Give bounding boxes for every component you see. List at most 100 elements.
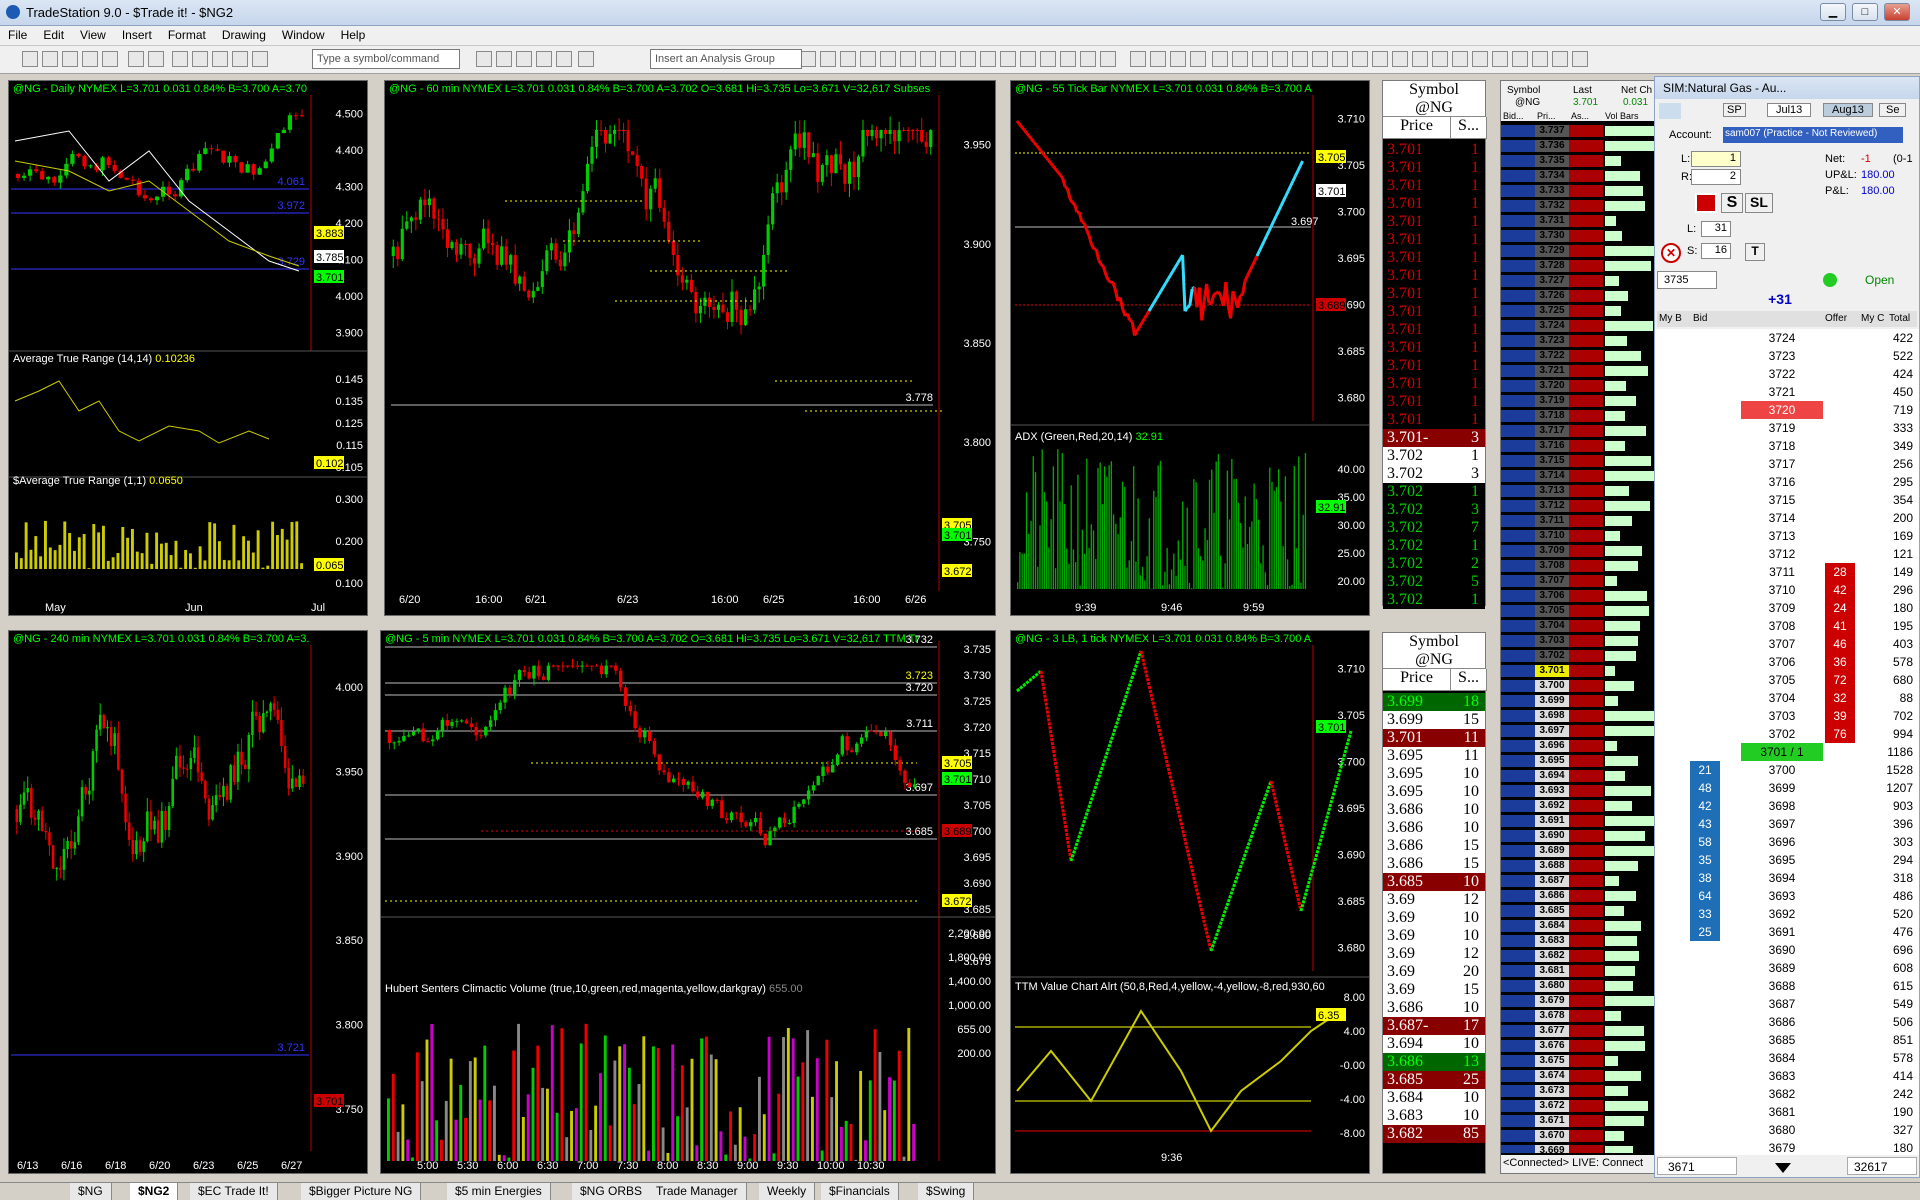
- sim-ladder-row[interactable]: 3724 422: [1657, 329, 1917, 347]
- depth-row[interactable]: 3.701 1: [1383, 303, 1485, 321]
- depth-row[interactable]: 3.701 1: [1383, 285, 1485, 303]
- tick-chart-pane[interactable]: @NG - 55 Tick Bar NYMEX L=3.701 0.031 0.…: [1010, 80, 1370, 616]
- ladder-row[interactable]: 3.736: [1501, 140, 1659, 152]
- stop-s-button[interactable]: S: [1721, 193, 1743, 213]
- menu-view[interactable]: View: [72, 26, 114, 44]
- ladder-row[interactable]: 3.722: [1501, 350, 1659, 362]
- depth-row[interactable]: 3.701 1: [1383, 357, 1485, 375]
- toolbar-tool-icon[interactable]: [980, 51, 996, 67]
- sim-ladder-row[interactable]: 3679 180: [1657, 1139, 1917, 1155]
- ladder-row[interactable]: 3.679: [1501, 995, 1659, 1007]
- ladder-row[interactable]: 3.723: [1501, 335, 1659, 347]
- toolbar-tool-icon[interactable]: [840, 51, 856, 67]
- sim-ladder-row[interactable]: 3717 256: [1657, 455, 1917, 473]
- toolbar-tool-icon[interactable]: [42, 51, 58, 67]
- toolbar-tool-icon[interactable]: [536, 51, 552, 67]
- depth-row[interactable]: 3.686 10: [1383, 801, 1485, 819]
- depth-price-header[interactable]: Price: [1383, 669, 1451, 691]
- toolbar-tool-icon[interactable]: [22, 51, 38, 67]
- toolbar-tool-icon[interactable]: [192, 51, 208, 67]
- toolbar-tool-icon[interactable]: [1060, 51, 1076, 67]
- depth-row[interactable]: 3.701 1: [1383, 213, 1485, 231]
- ladder-row[interactable]: 3.726: [1501, 290, 1659, 302]
- depth-table-top[interactable]: Symbol @NG Price S... 3.701 1 3.701 1 3.701 1 3…: [1382, 80, 1487, 609]
- l-qty-input[interactable]: 1: [1691, 151, 1741, 167]
- toolbar-tool-icon[interactable]: [800, 51, 816, 67]
- workspace-tab[interactable]: $NG2: [130, 1183, 179, 1200]
- sim-ladder-row[interactable]: 3697 43 396: [1657, 815, 1917, 833]
- depth-row[interactable]: 3.702 1: [1383, 537, 1485, 555]
- sim-ladder-row[interactable]: 3702 76 994: [1657, 725, 1917, 743]
- menu-format[interactable]: Format: [160, 26, 214, 44]
- l2-input[interactable]: 31: [1701, 221, 1731, 237]
- account-select[interactable]: sam007 (Practice - Not Reviewed): [1723, 127, 1903, 143]
- depth-row[interactable]: 3.702 3: [1383, 465, 1485, 483]
- sim-ladder-row[interactable]: 3714 200: [1657, 509, 1917, 527]
- price-ladder[interactable]: Symbol Last Net Ch @NG 3.701 0.031 Bid..…: [1500, 80, 1660, 1174]
- ladder-row[interactable]: 3.691: [1501, 815, 1659, 827]
- depth-row[interactable]: 3.69 12: [1383, 945, 1485, 963]
- depth-row[interactable]: 3.701- 3: [1383, 429, 1485, 447]
- ladder-row[interactable]: 3.704: [1501, 620, 1659, 632]
- ladder-row[interactable]: 3.729: [1501, 245, 1659, 257]
- sim-bid[interactable]: 58: [1690, 833, 1720, 851]
- ladder-row[interactable]: 3.709: [1501, 545, 1659, 557]
- toolbar-tool-icon[interactable]: [1452, 51, 1468, 67]
- ladder-row[interactable]: 3.690: [1501, 830, 1659, 842]
- toolbar-tool-icon[interactable]: [880, 51, 896, 67]
- toolbar-tool-icon[interactable]: [1170, 51, 1186, 67]
- toolbar-tool-icon[interactable]: [1150, 51, 1166, 67]
- sim-ladder-row[interactable]: 3696 58 303: [1657, 833, 1917, 851]
- depth-row[interactable]: 3.701 1: [1383, 195, 1485, 213]
- depth-row[interactable]: 3.701 1: [1383, 321, 1485, 339]
- toolbar-tool-icon[interactable]: [148, 51, 164, 67]
- sim-ladder-row[interactable]: 3700 21 1528: [1657, 761, 1917, 779]
- sim-ladder-row[interactable]: 3691 25 476: [1657, 923, 1917, 941]
- sim-ladder-row[interactable]: 3686 506: [1657, 1013, 1917, 1031]
- workspace-tab[interactable]: Weekly: [759, 1183, 816, 1200]
- ladder-row[interactable]: 3.684: [1501, 920, 1659, 932]
- ladder-row[interactable]: 3.674: [1501, 1070, 1659, 1082]
- workspace-tab[interactable]: $EC Trade It!: [190, 1183, 278, 1200]
- ladder-row[interactable]: 3.675: [1501, 1055, 1659, 1067]
- toolbar-tool-icon[interactable]: [1130, 51, 1146, 67]
- sim-ladder-row[interactable]: 3715 354: [1657, 491, 1917, 509]
- sim-ladder-row[interactable]: 3718 349: [1657, 437, 1917, 455]
- sim-ladder-row[interactable]: 3705 72 680: [1657, 671, 1917, 689]
- toolbar-tool-icon[interactable]: [1040, 51, 1056, 67]
- ladder-row[interactable]: 3.702: [1501, 650, 1659, 662]
- toolbar-tool-icon[interactable]: [1212, 51, 1228, 67]
- toolbar-tool-icon[interactable]: [1412, 51, 1428, 67]
- ladder-row[interactable]: 3.697: [1501, 725, 1659, 737]
- depth-row[interactable]: 3.702 1: [1383, 447, 1485, 465]
- depth-row[interactable]: 3.695 10: [1383, 783, 1485, 801]
- cancel-all-icon[interactable]: ✕: [1661, 243, 1681, 263]
- sim-ladder-row[interactable]: 3684 578: [1657, 1049, 1917, 1067]
- sim-ladder-row[interactable]: 3716 295: [1657, 473, 1917, 491]
- toolbar-tool-icon[interactable]: [62, 51, 78, 67]
- ladder-row[interactable]: 3.680: [1501, 980, 1659, 992]
- symbol-input[interactable]: Type a symbol/command: [312, 49, 460, 69]
- depth-row[interactable]: 3.686 13: [1383, 1053, 1485, 1071]
- depth-row[interactable]: 3.701 1: [1383, 267, 1485, 285]
- ladder-row[interactable]: 3.713: [1501, 485, 1659, 497]
- sim-ladder-row[interactable]: 3689 608: [1657, 959, 1917, 977]
- toolbar-tool-icon[interactable]: [1100, 51, 1116, 67]
- depth-row[interactable]: 3.683 10: [1383, 1107, 1485, 1125]
- sim-offer[interactable]: 28: [1825, 563, 1855, 581]
- analysis-group-select[interactable]: Insert an Analysis Group: [650, 49, 802, 69]
- ladder-row[interactable]: 3.721: [1501, 365, 1659, 377]
- toolbar-tool-icon[interactable]: [1020, 51, 1036, 67]
- toolbar-tool-icon[interactable]: [252, 51, 268, 67]
- ladder-row[interactable]: 3.683: [1501, 935, 1659, 947]
- sim-ladder-row[interactable]: 3681 190: [1657, 1103, 1917, 1121]
- toolbar-tool-icon[interactable]: [1492, 51, 1508, 67]
- ladder-row[interactable]: 3.678: [1501, 1010, 1659, 1022]
- sim-ladder-row[interactable]: 3713 169: [1657, 527, 1917, 545]
- ladder-row[interactable]: 3.703: [1501, 635, 1659, 647]
- toolbar-tool-icon[interactable]: [1312, 51, 1328, 67]
- ladder-row[interactable]: 3.719: [1501, 395, 1659, 407]
- tab-sep13[interactable]: Se: [1879, 103, 1907, 117]
- ladder-row[interactable]: 3.728: [1501, 260, 1659, 272]
- ladder-row[interactable]: 3.706: [1501, 590, 1659, 602]
